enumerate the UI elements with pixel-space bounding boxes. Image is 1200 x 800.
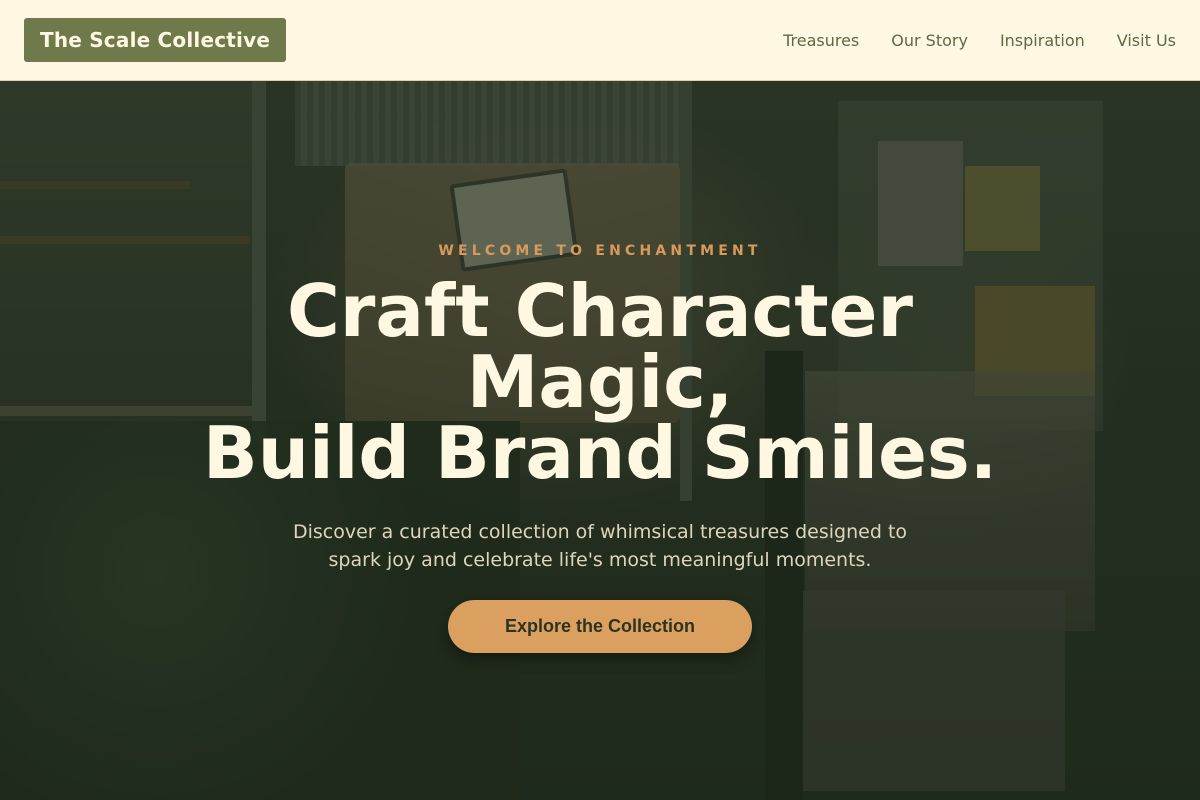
top-navbar: The Scale Collective Treasures Our Story… [0, 0, 1200, 81]
nav-link-visit-us[interactable]: Visit Us [1117, 31, 1176, 50]
brand-logo[interactable]: The Scale Collective [24, 18, 287, 62]
nav-link-inspiration[interactable]: Inspiration [1000, 31, 1085, 50]
hero-headline-line: Craft Character [287, 269, 913, 353]
hero-headline: Craft Character Magic, Build Brand Smile… [0, 269, 1200, 495]
nav-link-our-story[interactable]: Our Story [891, 31, 968, 50]
hero-content: WELCOME TO ENCHANTMENT Craft Character M… [0, 81, 1200, 800]
hero-headline-line: Magic, [466, 340, 734, 424]
hero-subtext: Discover a curated collection of whimsic… [292, 521, 908, 571]
hero-headline-line: Build Brand Smiles. [202, 411, 998, 495]
nav-link-treasures[interactable]: Treasures [783, 31, 859, 50]
hero-section: WELCOME TO ENCHANTMENT Craft Character M… [0, 81, 1200, 800]
main-nav: Treasures Our Story Inspiration Visit Us [783, 31, 1176, 50]
explore-collection-button[interactable]: Explore the Collection [448, 600, 752, 653]
hero-eyebrow: WELCOME TO ENCHANTMENT [438, 243, 762, 259]
